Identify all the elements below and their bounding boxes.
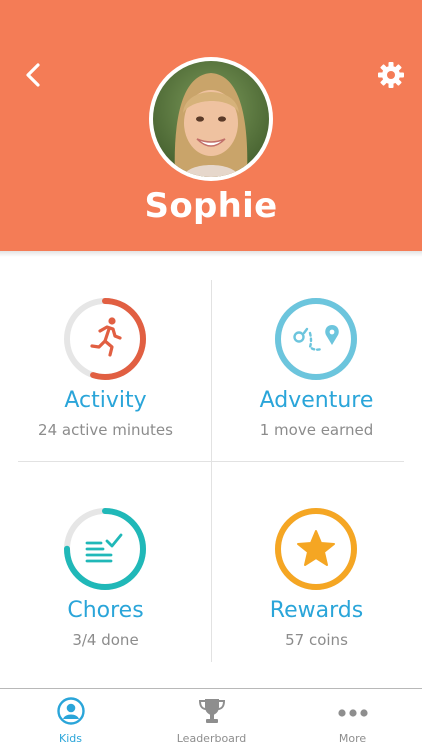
header-shadow xyxy=(0,251,422,257)
tab-leaderboard-label: Leaderboard xyxy=(176,732,247,745)
chores-progress-ring xyxy=(64,508,146,590)
more-dots-icon xyxy=(337,709,368,717)
adventure-subtitle: 1 move earned xyxy=(259,421,374,439)
rewards-tile[interactable]: Rewards 57 coins xyxy=(211,491,422,681)
profile-header: Sophie xyxy=(0,0,422,251)
chores-subtitle: 3/4 done xyxy=(72,631,139,649)
checklist-icon xyxy=(85,533,123,563)
settings-button[interactable] xyxy=(374,58,408,92)
adventure-progress-ring xyxy=(275,298,357,380)
back-button[interactable] xyxy=(20,60,46,90)
profile-photo xyxy=(153,61,269,177)
progress-arc xyxy=(275,298,357,380)
kid-profile-icon xyxy=(56,697,85,725)
star-icon xyxy=(297,530,335,566)
gear-icon xyxy=(378,62,404,88)
rewards-subtitle: 57 coins xyxy=(285,631,348,649)
adventure-tile[interactable]: Adventure 1 move earned xyxy=(211,281,422,471)
chores-tile[interactable]: Chores 3/4 done xyxy=(0,491,211,681)
activity-tile[interactable]: Activity 24 active minutes xyxy=(0,281,211,471)
tab-more-label: More xyxy=(338,732,367,745)
running-person-icon xyxy=(90,317,122,357)
activity-title: Activity xyxy=(64,388,147,413)
activity-subtitle: 24 active minutes xyxy=(38,421,173,439)
tab-kids[interactable]: Kids xyxy=(0,689,141,750)
tab-bar: Kids Leaderboard More xyxy=(0,688,422,750)
tab-leaderboard[interactable]: Leaderboard xyxy=(141,689,282,750)
activity-progress-ring xyxy=(64,298,146,380)
tab-more[interactable]: More xyxy=(282,689,422,750)
tab-kids-label: Kids xyxy=(59,732,82,745)
child-name: Sophie xyxy=(144,186,278,226)
rewards-title: Rewards xyxy=(269,598,364,623)
chevron-left-icon xyxy=(26,63,40,87)
trophy-icon xyxy=(198,699,225,723)
route-map-icon xyxy=(293,325,339,351)
adventure-title: Adventure xyxy=(259,388,374,413)
rewards-progress-ring xyxy=(275,508,357,590)
chores-title: Chores xyxy=(67,598,144,623)
avatar[interactable] xyxy=(149,57,273,181)
